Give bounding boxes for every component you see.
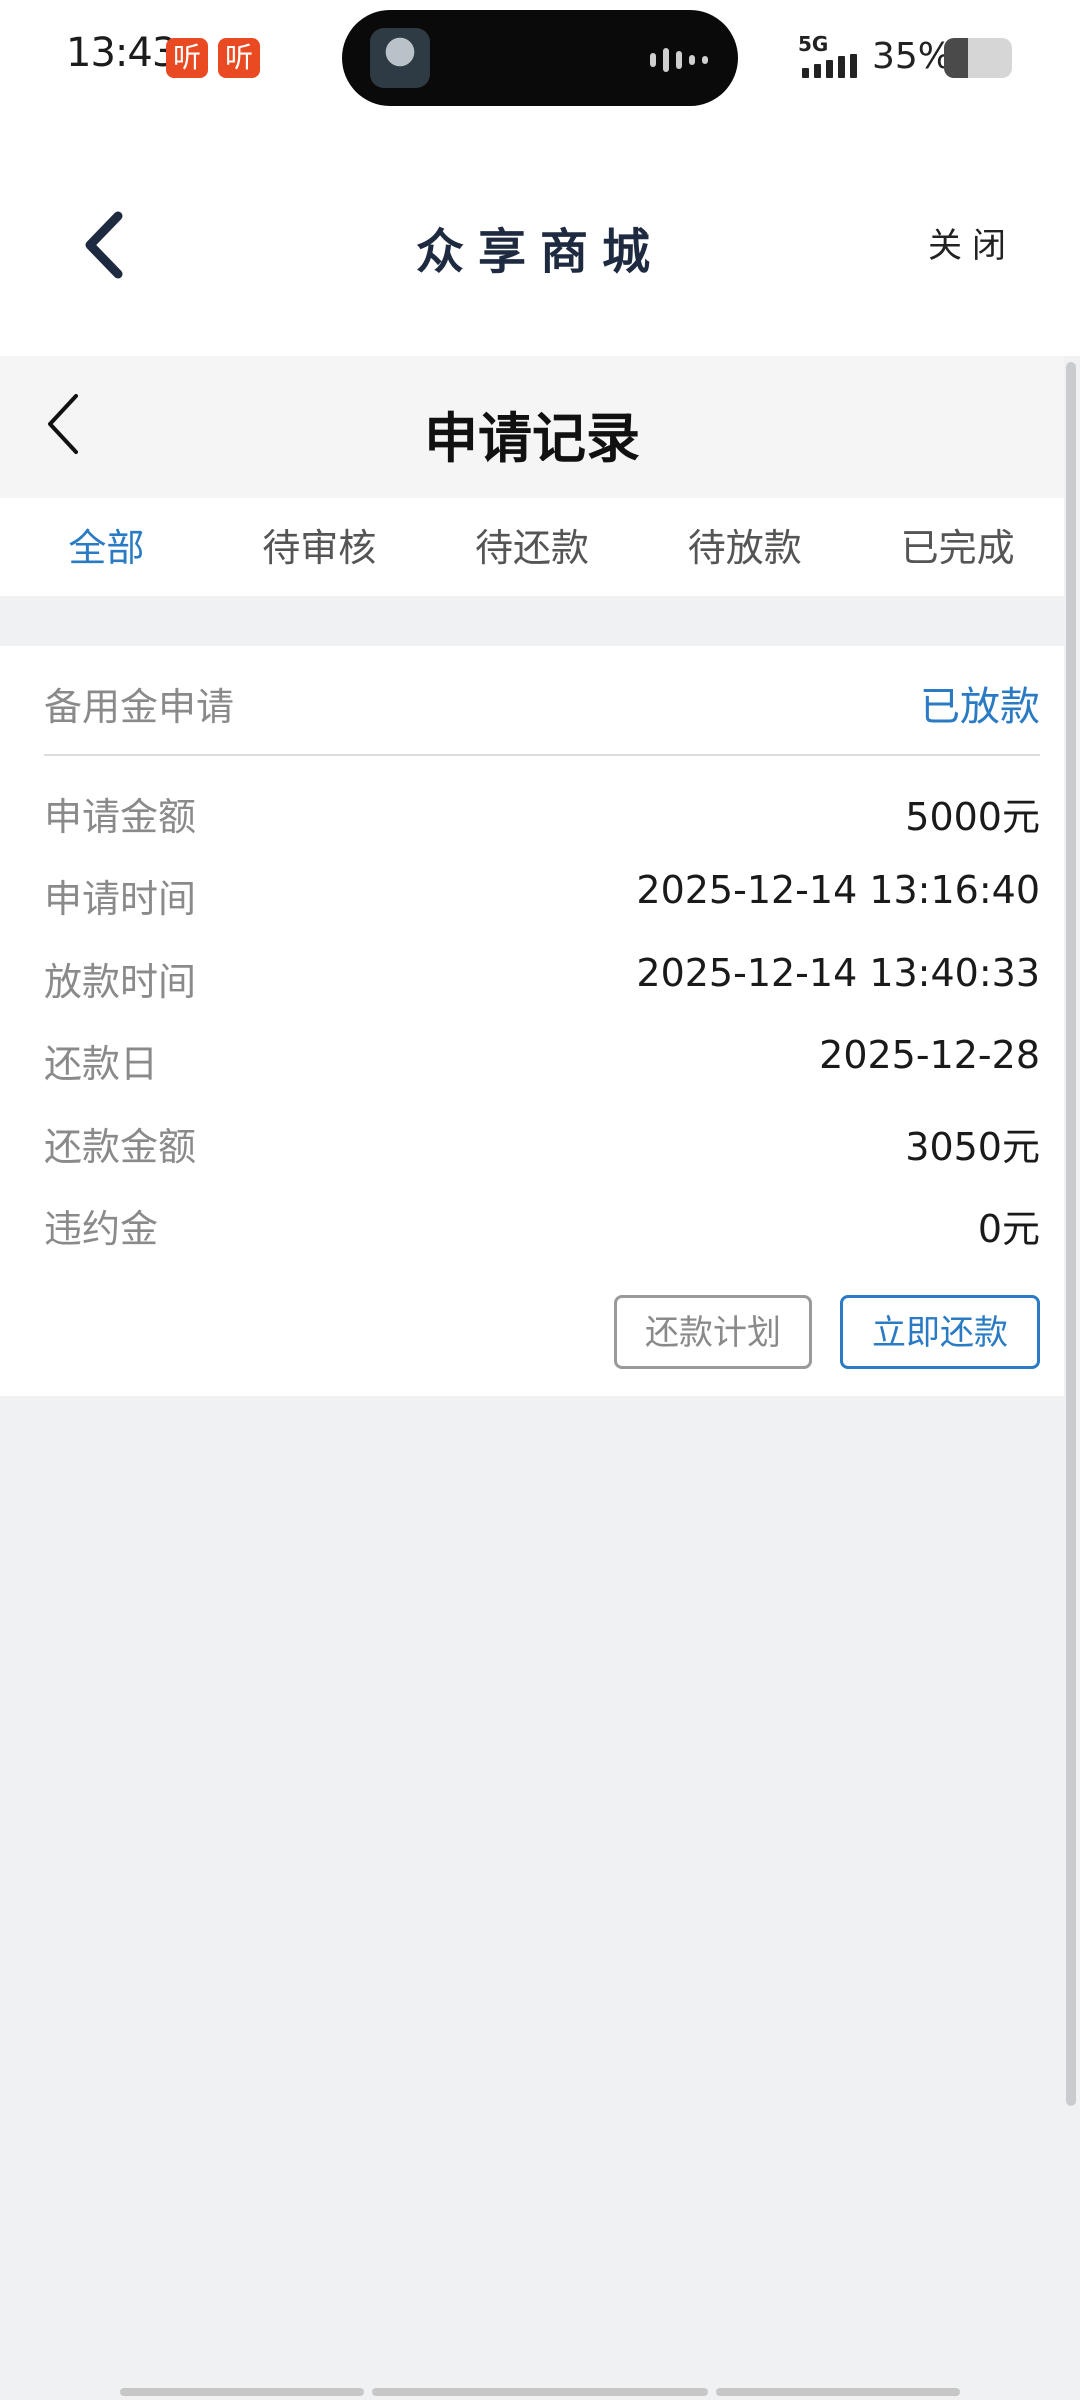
close-button[interactable]: 关闭 (928, 218, 1016, 267)
app-header: 众享商城 关闭 (0, 120, 1080, 356)
record-type: 备用金申请 (44, 685, 235, 729)
status-tabs: 全部 待审核 待还款 待放款 已完成 (0, 498, 1064, 596)
repayment-plan-button[interactable]: 还款计划 (614, 1295, 812, 1369)
tab-completed[interactable]: 已完成 (851, 498, 1064, 596)
row-value: 3050元 (905, 1125, 1040, 1169)
row-value: 5000元 (905, 795, 1040, 839)
status-bar: 13:43 听 听 5G 35% (0, 0, 1080, 120)
listen-app-icon: 听 (166, 38, 208, 78)
detail-row-penalty: 违约金 0元 (44, 1198, 1040, 1258)
row-label: 申请金额 (44, 795, 197, 839)
status-time: 13:43 (66, 30, 177, 76)
battery-icon (944, 38, 1012, 78)
status-badge: 已放款 (920, 684, 1040, 730)
repay-now-button[interactable]: 立即还款 (840, 1295, 1040, 1369)
row-label: 还款金额 (44, 1125, 197, 1169)
battery-level (944, 38, 968, 78)
row-label: 还款日 (44, 1042, 159, 1086)
detail-row-due-date: 还款日 2025-12-28 (44, 1033, 1040, 1093)
row-label: 申请时间 (44, 877, 197, 921)
detail-row-disburse-time: 放款时间 2025-12-14 13:40:33 (44, 951, 1040, 1011)
row-value: 2025-12-28 (819, 1033, 1040, 1077)
home-indicator (716, 2388, 960, 2396)
home-indicator (372, 2388, 708, 2396)
now-playing-artwork-icon (370, 28, 430, 88)
listen-app-icon: 听 (218, 38, 260, 78)
row-label: 违约金 (44, 1207, 159, 1251)
record-card[interactable]: 备用金申请 已放款 申请金额 5000元 申请时间 2025-12-14 13:… (0, 646, 1064, 1396)
webview: 申请记录 全部 待审核 待还款 待放款 已完成 备用金申请 已放款 申请金额 5… (0, 356, 1064, 2400)
detail-row-repay-amount: 还款金额 3050元 (44, 1116, 1040, 1176)
tab-all[interactable]: 全部 (0, 498, 213, 596)
network-type: 5G (798, 32, 829, 56)
row-value: 2025-12-14 13:40:33 (636, 951, 1040, 995)
home-indicator (120, 2388, 364, 2396)
tab-pending-review[interactable]: 待审核 (213, 498, 426, 596)
row-value: 0元 (977, 1207, 1040, 1251)
page-header: 申请记录 (0, 356, 1064, 498)
app-title: 众享商城 (415, 224, 664, 280)
tab-pending-repayment[interactable]: 待还款 (426, 498, 639, 596)
tab-pending-disbursement[interactable]: 待放款 (638, 498, 851, 596)
detail-row-apply-time: 申请时间 2025-12-14 13:16:40 (44, 868, 1040, 928)
row-label: 放款时间 (44, 960, 197, 1004)
dynamic-island[interactable] (342, 10, 738, 106)
row-value: 2025-12-14 13:16:40 (636, 868, 1040, 912)
audio-wave-icon (650, 48, 708, 72)
detail-row-amount: 申请金额 5000元 (44, 786, 1040, 846)
signal-icon (802, 54, 857, 78)
record-card-header: 备用金申请 已放款 (44, 646, 1040, 756)
page-title: 申请记录 (424, 407, 640, 470)
battery-percent: 35% (872, 36, 953, 77)
scrollbar[interactable] (1066, 362, 1076, 2106)
